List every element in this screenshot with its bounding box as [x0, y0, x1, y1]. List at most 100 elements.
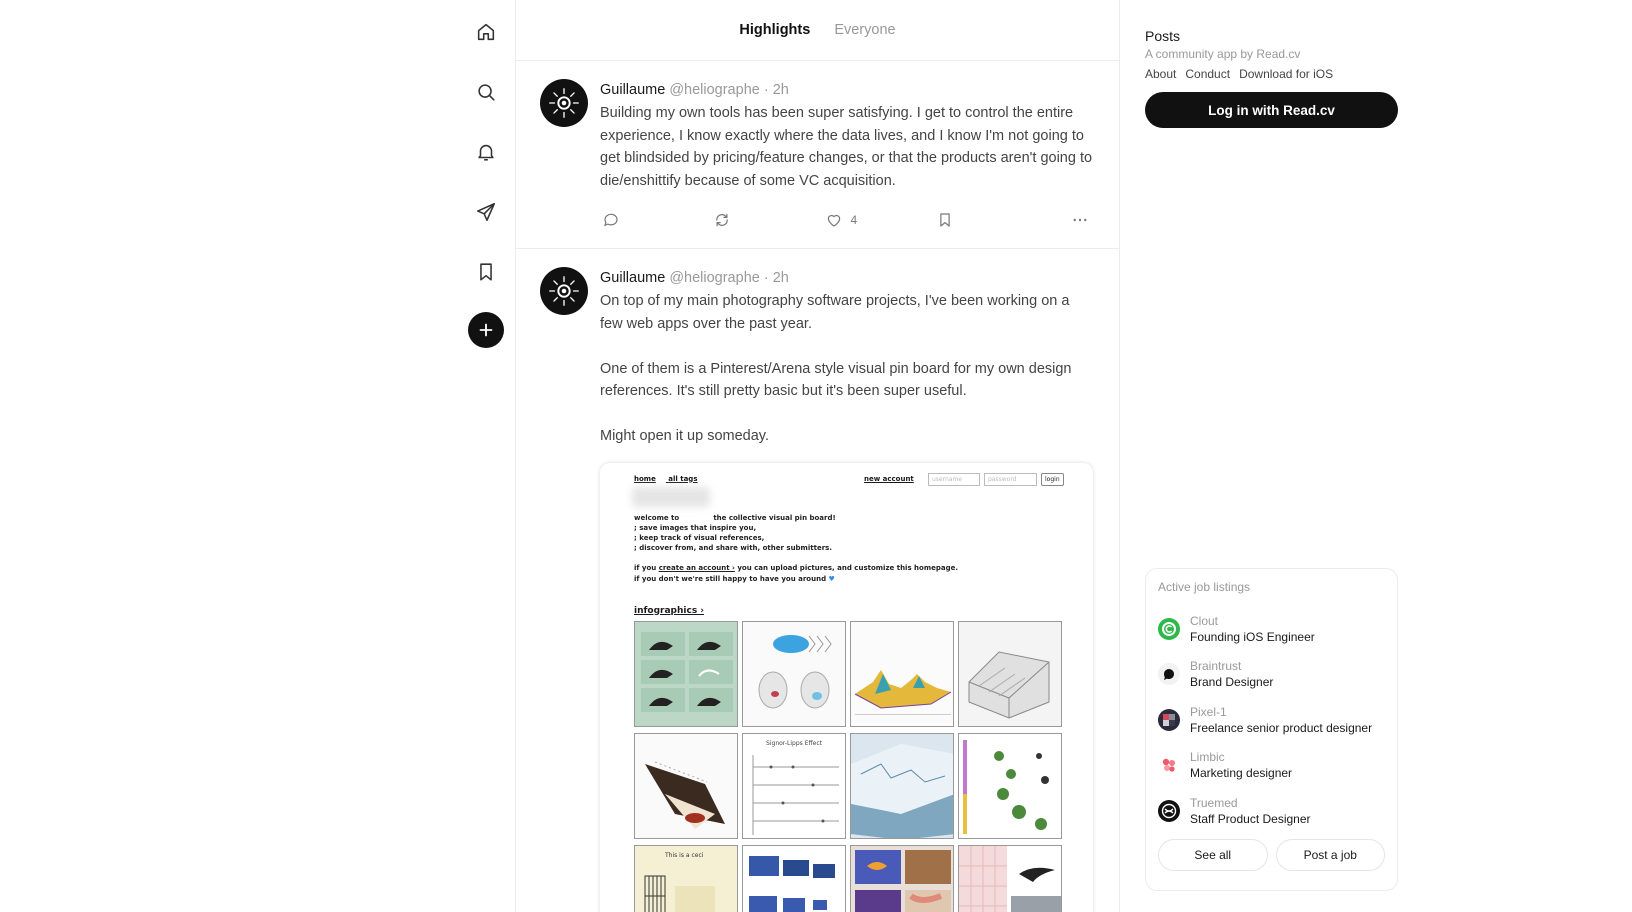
about-link[interactable]: About: [1145, 67, 1176, 81]
post-handle-time: @heliographe · 2h: [669, 270, 789, 286]
braintrust-logo-icon: [1158, 663, 1180, 686]
app-title: Posts: [1145, 28, 1181, 44]
thumbnail: [742, 620, 846, 727]
bookmark-button[interactable]: [936, 211, 978, 229]
pinboard-infographics-heading: infographics ›: [634, 605, 705, 616]
avatar[interactable]: [540, 267, 588, 315]
like-count: 4: [850, 213, 858, 227]
pinboard-account-line-2: if you don't we're still happy to have y…: [634, 574, 827, 583]
job-company: Braintrust: [1190, 659, 1242, 674]
job-listing[interactable]: Braintrust Brand Designer: [1158, 652, 1385, 698]
pinboard-home-link: home: [634, 474, 656, 483]
job-role: Marketing designer: [1190, 766, 1293, 781]
pinboard-login-button: login: [1041, 472, 1064, 486]
like-button[interactable]: 4: [825, 211, 867, 229]
post-actions: 4: [602, 192, 1095, 248]
pinboard-password-field: password: [984, 472, 1037, 486]
thumbnail-caption: Signor-Lipps Effect: [766, 739, 822, 747]
post-text: On top of my main photography software p…: [600, 293, 1072, 444]
post-author[interactable]: Guillaume: [600, 82, 665, 98]
post-image-attachment[interactable]: home all tags new account username passw…: [600, 462, 1093, 912]
truemed-logo-icon: [1158, 799, 1180, 822]
thumbnail: Signor-Lipps Effect: [742, 732, 846, 839]
job-role: Founding iOS Engineer: [1190, 629, 1315, 644]
pinboard-welcome-text: welcome to the collective visual pin boa…: [634, 513, 836, 552]
job-listing[interactable]: Pixel-1 Freelance senior product designe…: [1158, 697, 1385, 743]
download-ios-link[interactable]: Download for iOS: [1239, 67, 1333, 81]
job-listings-card: Active job listings Clout Founding iOS E…: [1145, 568, 1398, 891]
thumbnail: [958, 732, 1062, 839]
job-company: Truemed: [1190, 795, 1238, 810]
post-author[interactable]: Guillaume: [600, 270, 665, 286]
pinboard-thumbnail-grid: Signor-Lipps Effect This is a ceci: [634, 620, 1062, 912]
comment-icon: [604, 213, 618, 227]
app-subtitle: A community app by Read.cv: [1145, 47, 1301, 61]
sun-logo-icon: [549, 88, 579, 118]
thumbnail: [634, 732, 738, 839]
right-sidebar: Posts A community app by Read.cv About C…: [1145, 0, 1398, 128]
tab-highlights[interactable]: Highlights: [739, 22, 810, 38]
pixel1-logo-icon: [1158, 708, 1180, 731]
job-role: Brand Designer: [1190, 675, 1274, 690]
limbic-logo-icon: [1158, 754, 1180, 777]
post-handle-time: @heliographe · 2h: [669, 82, 789, 98]
more-button[interactable]: [1047, 211, 1089, 229]
compose-plus-button[interactable]: [468, 312, 504, 348]
post[interactable]: Guillaume @heliographe · 2h Building my …: [516, 61, 1119, 249]
pinboard-create-account-link: create an account ›: [658, 563, 735, 572]
post-job-button[interactable]: Post a job: [1275, 838, 1385, 871]
feed-tabs: Highlights Everyone: [516, 0, 1119, 61]
thumbnail: [850, 844, 954, 912]
thumbnail-caption: This is a ceci: [665, 851, 704, 859]
plus-icon: [479, 323, 493, 337]
post[interactable]: Guillaume @heliographe · 2h On top of my…: [516, 249, 1119, 912]
search-icon[interactable]: [468, 74, 504, 110]
pinboard-account-line-1a: if you: [634, 563, 659, 572]
thumbnail: [850, 620, 954, 727]
see-all-button[interactable]: See all: [1158, 838, 1268, 871]
left-nav: [468, 14, 504, 372]
heart-icon: ♥: [828, 574, 835, 583]
heart-icon: [827, 214, 840, 227]
conduct-link[interactable]: Conduct: [1185, 67, 1230, 81]
reply-button[interactable]: [602, 211, 644, 229]
thumbnail: [634, 620, 738, 727]
home-icon[interactable]: [468, 14, 504, 50]
job-company: Pixel-1: [1190, 704, 1227, 719]
job-company: Limbic: [1190, 750, 1225, 765]
tab-everyone[interactable]: Everyone: [834, 22, 895, 38]
app-links: About Conduct Download for iOS: [1145, 67, 1398, 81]
pinboard-blurred-logo: [632, 486, 710, 507]
thumbnail: [958, 844, 1062, 912]
job-listing[interactable]: Truemed Staff Product Designer: [1158, 788, 1385, 834]
job-listing[interactable]: Clout Founding iOS Engineer: [1158, 606, 1385, 652]
login-button[interactable]: Log in with Read.cv: [1145, 92, 1398, 128]
bell-icon[interactable]: [468, 134, 504, 170]
pinboard-account-line-1b: you can upload pictures, and customize t…: [734, 563, 959, 572]
job-listing[interactable]: Limbic Marketing designer: [1158, 743, 1385, 789]
pinboard-account-text: if you create an account › you can uploa…: [634, 563, 958, 585]
bookmark-icon[interactable]: [468, 254, 504, 290]
clout-logo-icon: [1158, 617, 1180, 640]
post-text: Building my own tools has been super sat…: [600, 105, 1097, 189]
job-company: Clout: [1190, 613, 1219, 628]
thumbnail: This is a ceci: [634, 844, 738, 912]
job-actions: See all Post a job: [1158, 838, 1385, 871]
feed-column: Highlights Everyone Guillaume @heliograp…: [515, 0, 1120, 912]
repost-icon: [716, 213, 729, 227]
thumbnail: [742, 844, 846, 912]
job-role: Staff Product Designer: [1190, 811, 1311, 826]
pinboard-nav: home all tags: [634, 475, 708, 483]
pinboard-username-field: username: [928, 472, 980, 486]
pinboard-all-tags-link: all tags: [668, 474, 698, 483]
thumbnail: [850, 732, 954, 839]
pinboard-new-account-link: new account: [864, 474, 914, 483]
job-role: Freelance senior product designer: [1190, 720, 1373, 735]
avatar[interactable]: [540, 79, 588, 127]
send-icon[interactable]: [468, 194, 504, 230]
job-listings-title: Active job listings: [1158, 580, 1251, 594]
more-dots-icon: [1073, 218, 1087, 222]
repost-button[interactable]: [713, 211, 755, 229]
thumbnail: [958, 620, 1062, 727]
bookmark-icon: [940, 213, 950, 227]
